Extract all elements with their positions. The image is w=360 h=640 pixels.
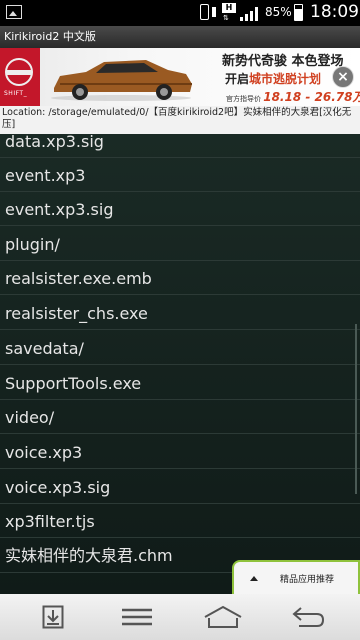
download-icon bbox=[42, 605, 64, 629]
home-icon bbox=[204, 605, 242, 628]
file-name: voice.xp3 bbox=[5, 443, 83, 462]
file-item[interactable]: voice.xp3 bbox=[0, 435, 360, 469]
battery-percent: 85% bbox=[265, 5, 292, 19]
file-item[interactable]: SupportTools.exe bbox=[0, 366, 360, 400]
menu-icon bbox=[122, 608, 152, 626]
file-name: savedata/ bbox=[5, 339, 84, 358]
app-title: Kirikiroid2 中文版 bbox=[0, 26, 360, 48]
ad-subline: 开启城市逃脱计划 bbox=[225, 70, 321, 87]
file-name: video/ bbox=[5, 408, 55, 427]
nav-bar bbox=[0, 594, 360, 640]
brand-tag: SHIFT_ bbox=[0, 48, 40, 106]
recommend-apps-label: 精品应用推荐 bbox=[280, 575, 335, 585]
back-button[interactable] bbox=[262, 594, 352, 640]
file-name: plugin/ bbox=[5, 235, 60, 254]
scrollbar[interactable] bbox=[355, 324, 357, 494]
file-name: SupportTools.exe bbox=[5, 374, 142, 393]
file-item[interactable]: data.xp3.sig bbox=[0, 134, 360, 158]
location-path: Location: /storage/emulated/0/【百度kirikir… bbox=[0, 106, 360, 134]
download-button[interactable] bbox=[8, 594, 98, 640]
brand-tagline: SHIFT_ bbox=[4, 90, 28, 97]
file-name: data.xp3.sig bbox=[5, 134, 104, 151]
ad-subline-prefix: 开启 bbox=[225, 72, 250, 86]
data-activity-icon: ⇅ bbox=[223, 14, 229, 22]
file-name: realsister_chs.exe bbox=[5, 304, 148, 323]
file-name: event.xp3 bbox=[5, 166, 86, 185]
file-item[interactable]: savedata/ bbox=[0, 331, 360, 365]
phone-icon bbox=[200, 4, 209, 20]
clock: 18:09 bbox=[310, 2, 359, 22]
vibrate-icon bbox=[212, 7, 216, 17]
status-bar: H ⇅ 85% 18:09 bbox=[0, 0, 360, 26]
expand-arrow-icon bbox=[250, 576, 258, 581]
file-item[interactable]: plugin/ bbox=[0, 227, 360, 261]
home-button[interactable] bbox=[178, 594, 268, 640]
menu-button[interactable] bbox=[92, 594, 182, 640]
ad-price-range: 18.18 - 26.78万 bbox=[263, 90, 360, 104]
battery-icon bbox=[294, 4, 303, 21]
signal-strength-icon bbox=[240, 5, 262, 21]
file-item[interactable]: realsister_chs.exe bbox=[0, 296, 360, 330]
file-name: realsister.exe.emb bbox=[5, 269, 152, 288]
ad-headline: 新势代奇骏 本色登场 bbox=[222, 54, 344, 69]
file-name: 实妹相伴的大泉君.chm bbox=[5, 546, 173, 565]
file-item[interactable]: event.xp3.sig bbox=[0, 192, 360, 226]
file-item[interactable]: video/ bbox=[0, 400, 360, 434]
file-name: voice.xp3.sig bbox=[5, 478, 111, 497]
file-name: event.xp3.sig bbox=[5, 200, 114, 219]
file-item[interactable]: event.xp3 bbox=[0, 158, 360, 192]
file-item[interactable]: xp3filter.tjs bbox=[0, 504, 360, 538]
file-name: xp3filter.tjs bbox=[5, 512, 95, 531]
back-icon bbox=[292, 607, 325, 627]
recommend-apps-tab[interactable]: 精品应用推荐 bbox=[232, 560, 360, 594]
network-type-icon: H bbox=[222, 3, 236, 13]
file-item[interactable]: voice.xp3.sig bbox=[0, 470, 360, 504]
car-image bbox=[51, 60, 192, 101]
ad-subline-highlight: 城市逃脱计划 bbox=[249, 72, 322, 86]
ad-close-button[interactable]: × bbox=[332, 66, 354, 88]
ad-price-label: 官方指导价 bbox=[226, 95, 261, 103]
nissan-logo-icon bbox=[5, 58, 33, 86]
ad-banner[interactable]: SHIFT_ 新势代奇骏 本色登场 开启城市逃脱计划 官方指导价 18.18 -… bbox=[0, 48, 360, 106]
file-list: data.xp3.sig event.xp3 event.xp3.sig plu… bbox=[0, 134, 360, 594]
ad-price: 官方指导价 18.18 - 26.78万 bbox=[226, 88, 360, 105]
image-notification-icon bbox=[6, 5, 22, 19]
file-item[interactable]: realsister.exe.emb bbox=[0, 261, 360, 295]
